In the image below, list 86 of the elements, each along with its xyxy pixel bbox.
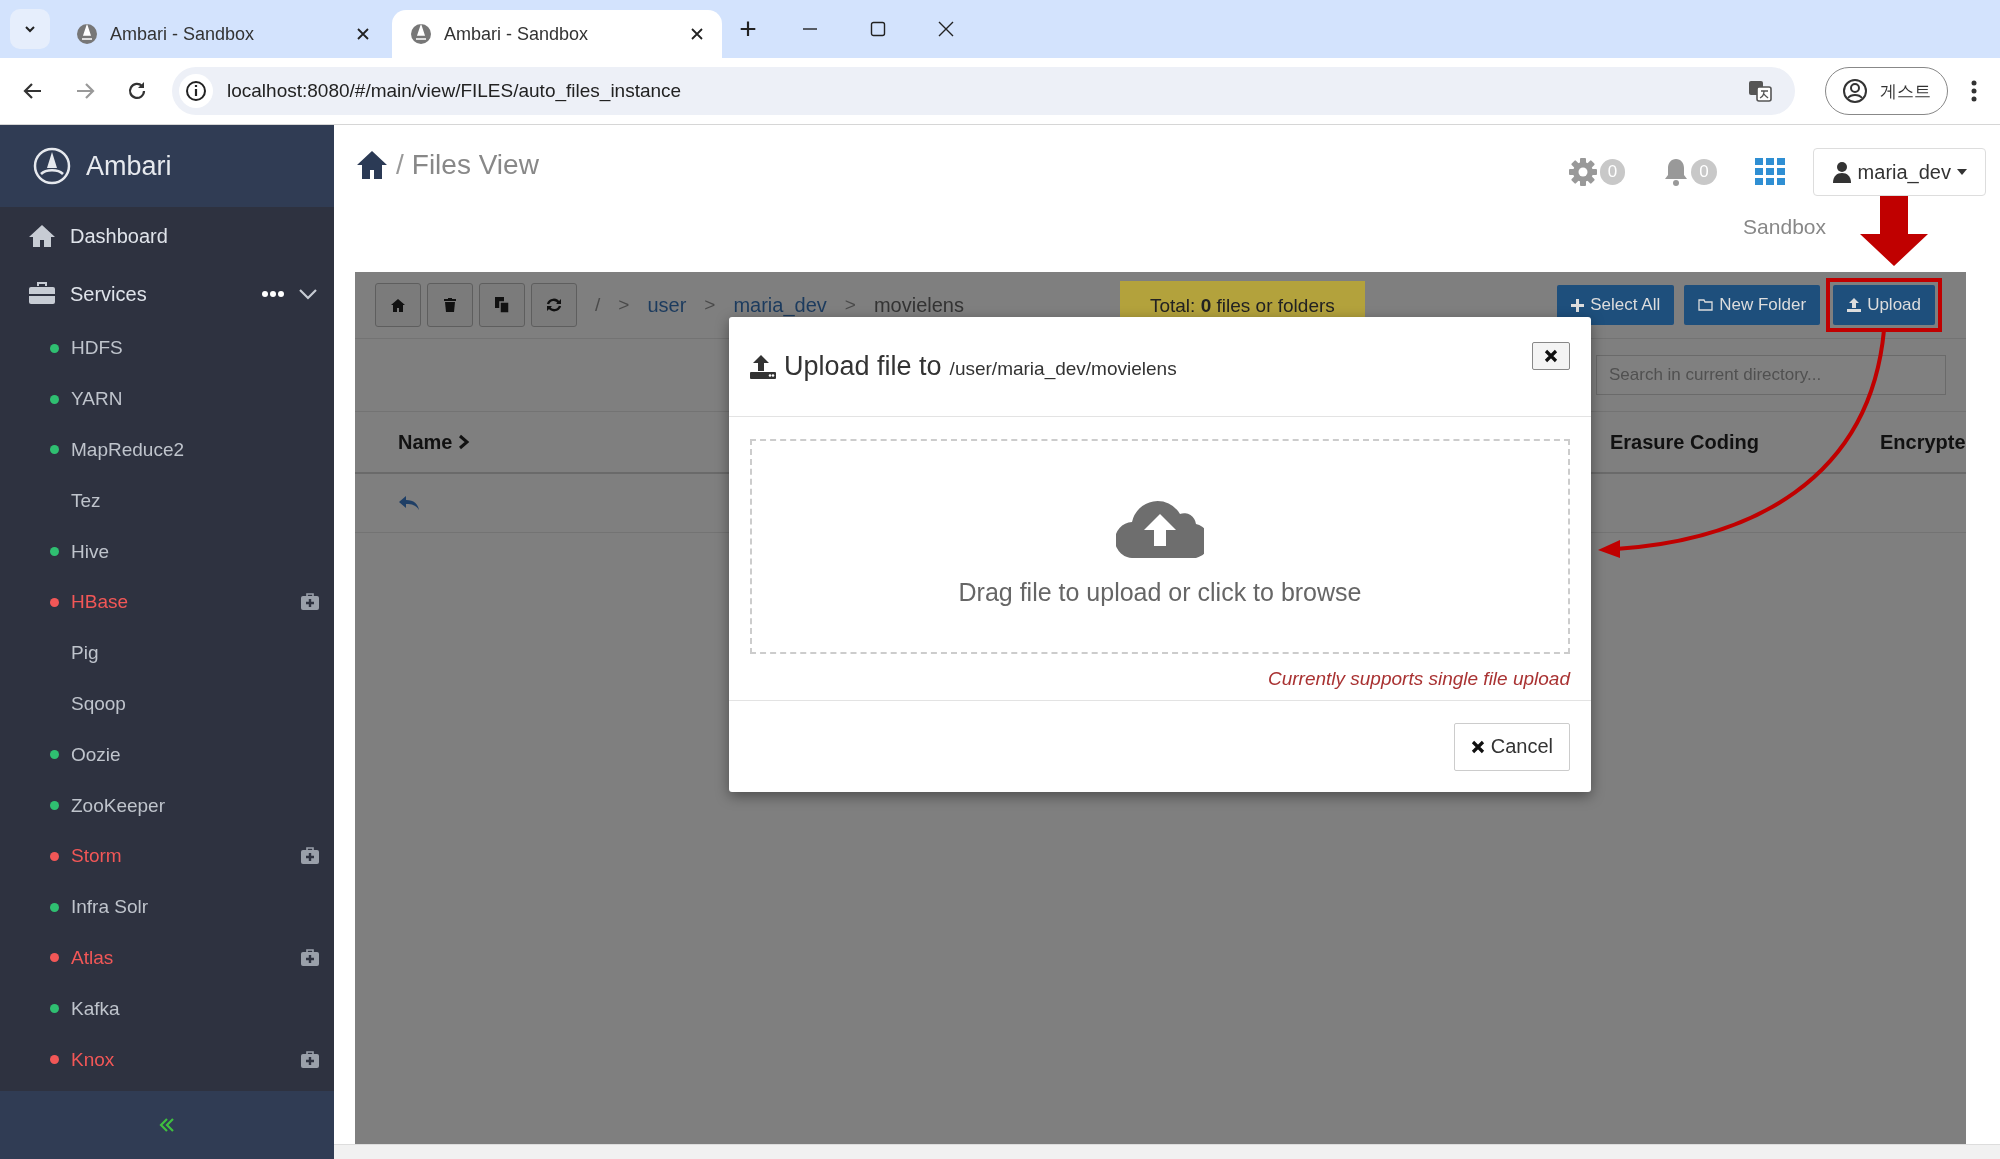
more-icon[interactable] [262, 291, 284, 297]
action-button[interactable]: New Folder [1684, 285, 1821, 325]
medkit-icon[interactable] [300, 847, 320, 866]
upload-icon [1847, 298, 1862, 312]
service-link[interactable]: YARN [71, 388, 123, 411]
breadcrumb-separator: > [844, 294, 856, 316]
new-tab-button[interactable]: + [726, 7, 770, 51]
drop-zone[interactable]: Drag file to upload or click to browse [750, 439, 1570, 654]
service-link[interactable]: Hive [71, 540, 109, 563]
sidebar-item[interactable]: Dashboard [0, 207, 334, 265]
translate-icon[interactable] [1747, 78, 1773, 104]
copy-button[interactable] [479, 283, 525, 327]
service-link[interactable]: ZooKeeper [71, 794, 165, 817]
service-link[interactable]: Storm [71, 845, 122, 868]
upload-path: /user/maria_dev/movielens [949, 357, 1177, 380]
collapse-icon[interactable] [158, 1117, 176, 1133]
app-name: Ambari [86, 150, 172, 182]
refresh-icon [546, 297, 562, 313]
menu-icon[interactable] [1970, 79, 1978, 103]
home-button[interactable] [375, 283, 421, 327]
service-link[interactable]: Tez [71, 489, 101, 512]
bell-icon[interactable] [1663, 157, 1690, 187]
annotation-arrow [1860, 196, 1928, 266]
column-header[interactable]: Erasure Coding [1610, 430, 1880, 454]
action-button[interactable]: Upload [1833, 285, 1935, 325]
folder-icon [1698, 299, 1714, 311]
service-link[interactable]: Kafka [71, 997, 120, 1020]
service-link[interactable]: HBase [71, 591, 129, 614]
breadcrumb-separator: > [618, 294, 630, 316]
person-icon [1842, 78, 1868, 104]
medkit-icon[interactable] [300, 593, 320, 612]
cancel-button[interactable]: Cancel [1453, 722, 1570, 771]
service-link[interactable]: Oozie [71, 743, 121, 766]
settings-icon[interactable] [1567, 157, 1598, 187]
logo-icon [32, 146, 72, 186]
breadcrumb-item: movielens [873, 293, 964, 317]
action-button[interactable]: Select All [1557, 285, 1675, 325]
medkit-icon[interactable] [300, 1050, 320, 1069]
user-icon [1831, 161, 1852, 183]
close-icon [1544, 348, 1558, 363]
plus-icon [1571, 298, 1585, 312]
close-icon[interactable] [356, 27, 370, 41]
user-menu-button[interactable]: maria_dev [1812, 148, 1986, 196]
browser-tab[interactable]: Ambari - Sandbox [392, 10, 722, 58]
profile-button[interactable]: 게스트 [1825, 67, 1948, 115]
cluster-name: Sandbox [1743, 215, 1826, 239]
home-icon [391, 298, 405, 312]
close-icon[interactable] [690, 27, 704, 41]
upload-note: Currently supports single file upload [1266, 668, 1570, 690]
home-icon [28, 224, 56, 248]
info-icon[interactable] [179, 74, 213, 108]
scrollbar[interactable] [334, 1144, 2000, 1159]
delete-button[interactable] [427, 283, 473, 327]
column-header[interactable]: Encrypte [1880, 430, 1966, 454]
breadcrumb-separator: / [396, 149, 404, 181]
home-icon[interactable] [356, 150, 388, 180]
medkit-icon[interactable] [300, 948, 320, 967]
apps-grid-icon[interactable] [1754, 158, 1785, 186]
service-link[interactable]: MapReduce2 [71, 439, 185, 461]
logo-icon [410, 23, 432, 45]
caret-icon [1957, 169, 1967, 175]
logo-icon [76, 23, 98, 45]
service-link[interactable]: Atlas [71, 946, 114, 969]
service-link[interactable]: HDFS [71, 337, 123, 360]
close-icon [1470, 739, 1485, 754]
close-icon[interactable] [938, 21, 954, 37]
service-link[interactable]: Pig [71, 642, 99, 665]
maximize-icon[interactable] [870, 21, 886, 37]
upload-icon [750, 354, 776, 379]
breadcrumb-separator: / [595, 294, 601, 316]
reload-icon[interactable] [126, 80, 148, 102]
copy-icon [495, 297, 509, 313]
dialog-title: Upload file to [784, 351, 942, 382]
service-link[interactable]: Infra Solr [71, 896, 149, 919]
chevron-icon [458, 434, 471, 450]
sidebar-item[interactable]: Services [0, 265, 334, 323]
browser-tab[interactable]: Ambari - Sandbox [58, 10, 388, 58]
breadcrumb-separator: > [704, 294, 716, 316]
service-link[interactable]: Knox [71, 1048, 115, 1071]
refresh-button[interactable] [531, 283, 577, 327]
address-field[interactable]: localhost:8080/#/main/view/FILES/auto_files_instance [172, 67, 1795, 115]
page-title: Files View [411, 149, 539, 181]
service-link[interactable]: Sqoop [71, 692, 126, 715]
briefcase-icon [28, 282, 56, 306]
close-button[interactable] [1532, 341, 1570, 370]
trash-icon [444, 298, 456, 312]
